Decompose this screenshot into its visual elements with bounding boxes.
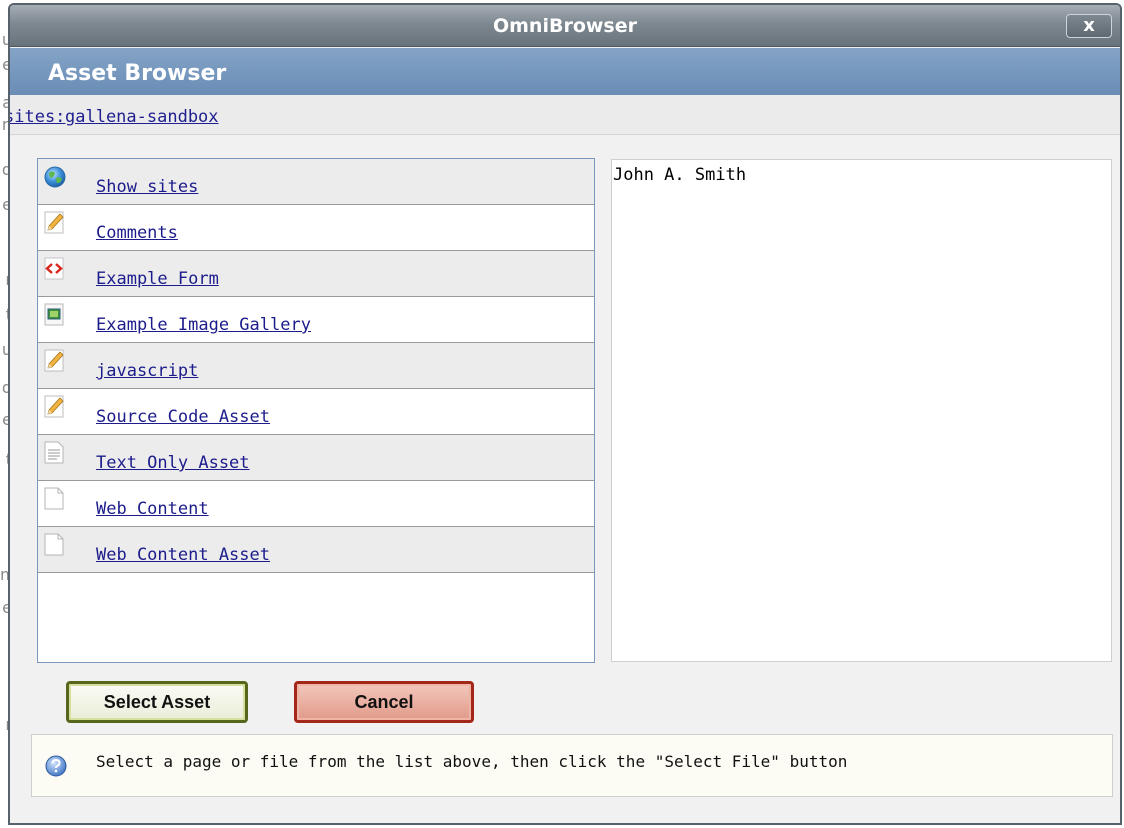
- cancel-button[interactable]: Cancel: [294, 681, 474, 723]
- page-title: Asset Browser: [48, 61, 227, 86]
- omnibrowser-dialog: OmniBrowser x Asset Browser sites: galle…: [8, 3, 1122, 825]
- asset-preview: John A. Smith: [611, 159, 1112, 662]
- list-item[interactable]: Example Form: [38, 251, 594, 297]
- preview-text: John A. Smith: [613, 165, 747, 185]
- list-item[interactable]: Comments: [38, 205, 594, 251]
- blank-document-icon: [44, 487, 64, 510]
- text-document-icon: [44, 441, 64, 464]
- list-item[interactable]: Show sites: [38, 159, 594, 205]
- pencil-icon: [44, 211, 64, 234]
- close-icon: x: [1083, 15, 1095, 36]
- asset-link[interactable]: Example Image Gallery: [96, 315, 311, 335]
- list-item[interactable]: Source Code Asset: [38, 389, 594, 435]
- list-item[interactable]: Example Image Gallery: [38, 297, 594, 343]
- asset-link[interactable]: Show sites: [96, 177, 198, 197]
- form-icon: [44, 257, 64, 280]
- asset-link[interactable]: Example Form: [96, 269, 219, 289]
- asset-link[interactable]: Text Only Asset: [96, 453, 250, 473]
- window-title: OmniBrowser: [492, 15, 637, 37]
- list-item[interactable]: javascript: [38, 343, 594, 389]
- asset-link[interactable]: Comments: [96, 223, 178, 243]
- asset-link[interactable]: javascript: [96, 361, 198, 381]
- close-button[interactable]: x: [1066, 14, 1112, 38]
- blank-document-icon: [44, 533, 64, 556]
- asset-list: Show sites Comments Example Form Example…: [37, 158, 595, 663]
- question-icon: [45, 755, 67, 777]
- help-bar: Select a page or file from the list abov…: [31, 734, 1113, 797]
- list-item[interactable]: Web Content Asset: [38, 527, 594, 573]
- select-asset-button[interactable]: Select Asset: [66, 681, 248, 723]
- globe-icon: [44, 166, 66, 188]
- list-item[interactable]: Text Only Asset: [38, 435, 594, 481]
- title-bar[interactable]: OmniBrowser x: [10, 5, 1120, 47]
- section-header: Asset Browser: [10, 48, 1120, 95]
- asset-link[interactable]: Web Content: [96, 499, 209, 519]
- breadcrumb-sites-link[interactable]: sites:: [10, 107, 65, 127]
- help-text: Select a page or file from the list abov…: [96, 752, 848, 771]
- asset-link[interactable]: Web Content Asset: [96, 545, 270, 565]
- breadcrumb-site-link[interactable]: gallena-sandbox: [65, 107, 219, 127]
- breadcrumb: sites: gallena-sandbox: [10, 95, 1120, 135]
- list-item[interactable]: Web Content: [38, 481, 594, 527]
- pencil-icon: [44, 349, 64, 372]
- image-icon: [44, 303, 64, 326]
- pencil-icon: [44, 395, 64, 418]
- asset-link[interactable]: Source Code Asset: [96, 407, 270, 427]
